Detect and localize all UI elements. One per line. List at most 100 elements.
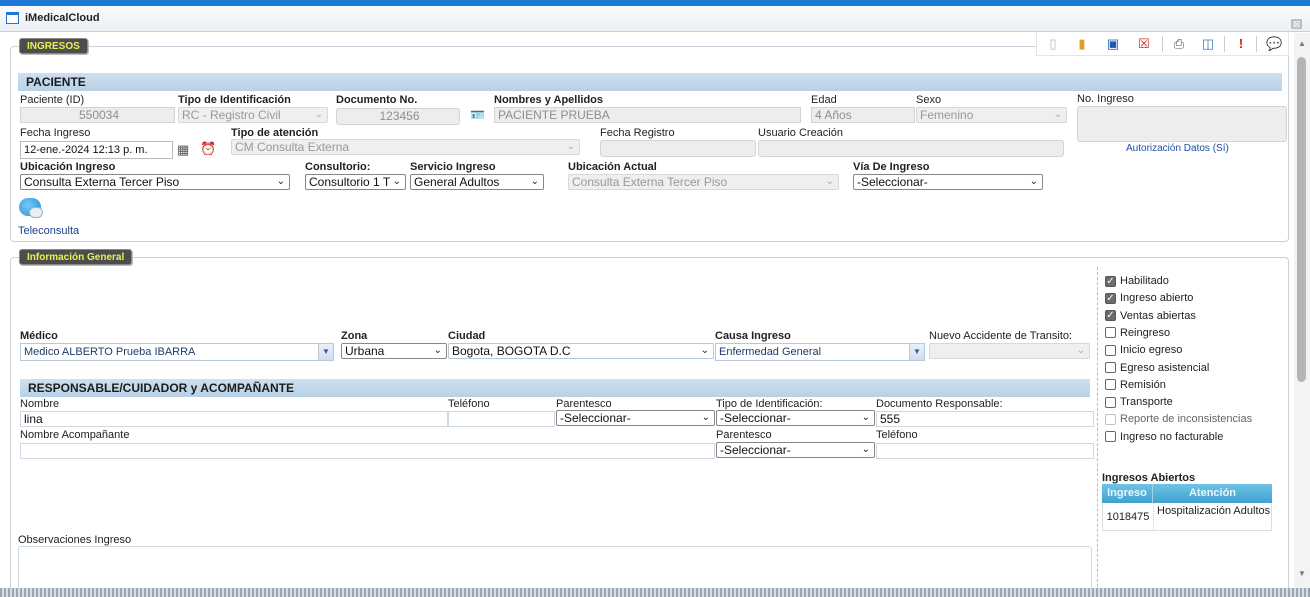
paciente-id-label: Paciente (ID): [20, 94, 85, 106]
medico-combobox[interactable]: Medico ALBERTO Prueba IBARRA ▼: [20, 343, 334, 361]
zona-select[interactable]: Urbana ⌄: [341, 343, 447, 359]
checkbox-label: Reingreso: [1120, 326, 1171, 339]
checkbox-row[interactable]: ✓ Habilitado: [1105, 274, 1169, 288]
nombres-field[interactable]: PACIENTE PRUEBA: [494, 107, 801, 123]
id-card-icon[interactable]: 🪪: [470, 108, 485, 122]
teleconsulta-link[interactable]: Teleconsulta: [18, 225, 79, 237]
checkbox-row[interactable]: ✓ Ingreso abierto: [1105, 291, 1193, 305]
close-icon[interactable]: ⊠: [1291, 19, 1302, 29]
chevron-down-icon: ⌄: [1076, 345, 1085, 356]
teleconsulta-icon[interactable]: [19, 196, 45, 220]
servicio-ingreso-select[interactable]: General Adultos ⌄: [410, 174, 544, 190]
acompanante-nombre-label: Nombre Acompañante: [20, 429, 130, 441]
acompanante-parentesco-select[interactable]: -Seleccionar- ⌄: [716, 442, 875, 458]
new-document-icon[interactable]: ▯: [1045, 36, 1061, 52]
checkbox-checked-icon[interactable]: ✓: [1105, 292, 1116, 304]
checks-divider: [1097, 267, 1098, 587]
scrollbar-thumb[interactable]: [1297, 57, 1306, 382]
ubicacion-ingreso-label: Ubicación Ingreso: [20, 161, 116, 173]
ubicacion-ingreso-value: Consulta Externa Tercer Piso: [24, 175, 180, 189]
ciudad-select[interactable]: Bogota, BOGOTA D.C ⌄: [448, 343, 714, 359]
toolbar-divider: [1224, 36, 1225, 52]
checkbox-checked-icon[interactable]: ✓: [1105, 310, 1116, 322]
usuario-creacion-field[interactable]: [758, 140, 1064, 157]
documento-field[interactable]: 123456: [336, 108, 460, 125]
checkbox-row[interactable]: Ingreso no facturable: [1105, 430, 1223, 444]
table-cell-atencion: Hospitalización Adultos: [1157, 505, 1271, 517]
checkbox-row[interactable]: Egreso asistencial: [1105, 361, 1209, 375]
checkbox-row[interactable]: Reingreso: [1105, 326, 1170, 340]
responsable-tipo-id-label: Tipo de Identificación:: [716, 398, 823, 410]
usuario-creacion-label: Usuario Creación: [758, 127, 843, 139]
fecha-registro-field[interactable]: [600, 140, 756, 157]
checkbox-icon[interactable]: [1105, 327, 1116, 339]
ubicacion-actual-select[interactable]: Consulta Externa Tercer Piso ⌄: [568, 174, 839, 190]
calendar-icon[interactable]: ▦: [177, 142, 189, 158]
responsable-tipo-id-select[interactable]: -Seleccionar- ⌄: [716, 410, 875, 426]
preview-icon[interactable]: ◫: [1200, 36, 1216, 52]
comment-icon[interactable]: 💬: [1266, 36, 1282, 52]
responsable-telefono-field[interactable]: [448, 411, 555, 427]
open-folder-icon[interactable]: ▮: [1074, 36, 1090, 52]
via-ingreso-select[interactable]: -Seleccionar- ⌄: [853, 174, 1043, 190]
ingresos-abiertos-title: Ingresos Abiertos: [1102, 472, 1196, 484]
paciente-id-field[interactable]: 550034: [20, 107, 175, 123]
edad-field[interactable]: 4 Años: [811, 107, 915, 123]
checkbox-icon[interactable]: [1105, 413, 1116, 425]
acompanante-nombre-field[interactable]: [20, 443, 715, 459]
checkbox-row[interactable]: Reporte de inconsistencias: [1105, 412, 1252, 426]
causa-ingreso-combobox[interactable]: Enfermedad General ▼: [715, 343, 925, 361]
medico-value: Medico ALBERTO Prueba IBARRA: [24, 346, 196, 358]
table-row[interactable]: 1018475 Hospitalización Adultos: [1102, 503, 1272, 531]
tipo-atencion-label: Tipo de atención: [231, 127, 319, 139]
checkbox-row[interactable]: Remisión: [1105, 378, 1166, 392]
chevron-down-icon[interactable]: ▼: [909, 344, 924, 360]
observaciones-textarea[interactable]: [18, 546, 1092, 590]
sexo-select[interactable]: Femenino ⌄: [916, 107, 1067, 123]
checkbox-icon[interactable]: [1105, 396, 1116, 408]
checkbox-icon[interactable]: [1105, 362, 1116, 373]
nuevo-accidente-label: Nuevo Accidente de Transito:: [929, 330, 1073, 342]
zona-value: Urbana: [345, 344, 385, 358]
chevron-down-icon: ⌄: [314, 109, 323, 120]
documento-responsable-field[interactable]: 555: [876, 411, 1094, 427]
checkbox-icon[interactable]: [1105, 431, 1116, 443]
fecha-ingreso-field[interactable]: 12-ene.-2024 12:13 p. m.: [20, 141, 173, 159]
checkbox-label: Habilitado: [1120, 275, 1169, 287]
chevron-down-icon: ⌄: [1053, 109, 1062, 120]
tipo-atencion-select[interactable]: CM Consulta Externa ⌄: [231, 139, 580, 155]
responsable-tipo-id-value: -Seleccionar-: [720, 411, 791, 425]
ubicacion-ingreso-select[interactable]: Consulta Externa Tercer Piso ⌄: [20, 174, 290, 190]
checkbox-icon[interactable]: [1105, 379, 1116, 391]
no-ingreso-field[interactable]: [1077, 106, 1287, 142]
alert-icon[interactable]: !: [1233, 36, 1249, 52]
chevron-down-icon[interactable]: ▼: [318, 344, 333, 360]
print-icon[interactable]: ⎙: [1171, 36, 1187, 52]
observaciones-label: Observaciones Ingreso: [18, 534, 132, 546]
alarm-clock-icon[interactable]: ⏰: [200, 141, 216, 157]
edad-label: Edad: [811, 94, 837, 106]
checkbox-row[interactable]: Inicio egreso: [1105, 343, 1182, 357]
checkbox-row[interactable]: ✓ Ventas abiertas: [1105, 309, 1196, 323]
save-icon[interactable]: ▣: [1105, 36, 1121, 52]
autorizacion-datos-link[interactable]: Autorización Datos (Sí): [1126, 143, 1229, 154]
consultorio-select[interactable]: Consultorio 1 T ⌄: [305, 174, 406, 190]
acompanante-telefono-field[interactable]: [876, 443, 1094, 459]
chevron-down-icon: ⌄: [392, 176, 401, 187]
responsable-nombre-field[interactable]: lina: [20, 411, 448, 427]
checkbox-icon[interactable]: [1105, 344, 1116, 356]
responsable-parentesco-select[interactable]: -Seleccionar- ⌄: [556, 410, 715, 426]
checkbox-row[interactable]: Transporte: [1105, 395, 1173, 409]
tipo-identificacion-select[interactable]: RC - Registro Civil ⌄: [178, 107, 328, 123]
chevron-down-icon: ⌄: [530, 176, 539, 187]
scroll-down-icon[interactable]: ▼: [1294, 569, 1310, 578]
toolbar-divider: [1256, 36, 1257, 52]
checkbox-label: Egreso asistencial: [1120, 361, 1210, 374]
checkbox-checked-icon[interactable]: ✓: [1105, 275, 1116, 287]
delete-icon[interactable]: ☒: [1136, 36, 1152, 52]
window-icon: [6, 12, 19, 24]
nuevo-accidente-select[interactable]: ⌄: [929, 343, 1090, 359]
table-header-ingreso: Ingreso: [1102, 484, 1153, 503]
scroll-up-icon[interactable]: ▲: [1294, 39, 1310, 48]
chevron-down-icon: ⌄: [1029, 176, 1038, 187]
